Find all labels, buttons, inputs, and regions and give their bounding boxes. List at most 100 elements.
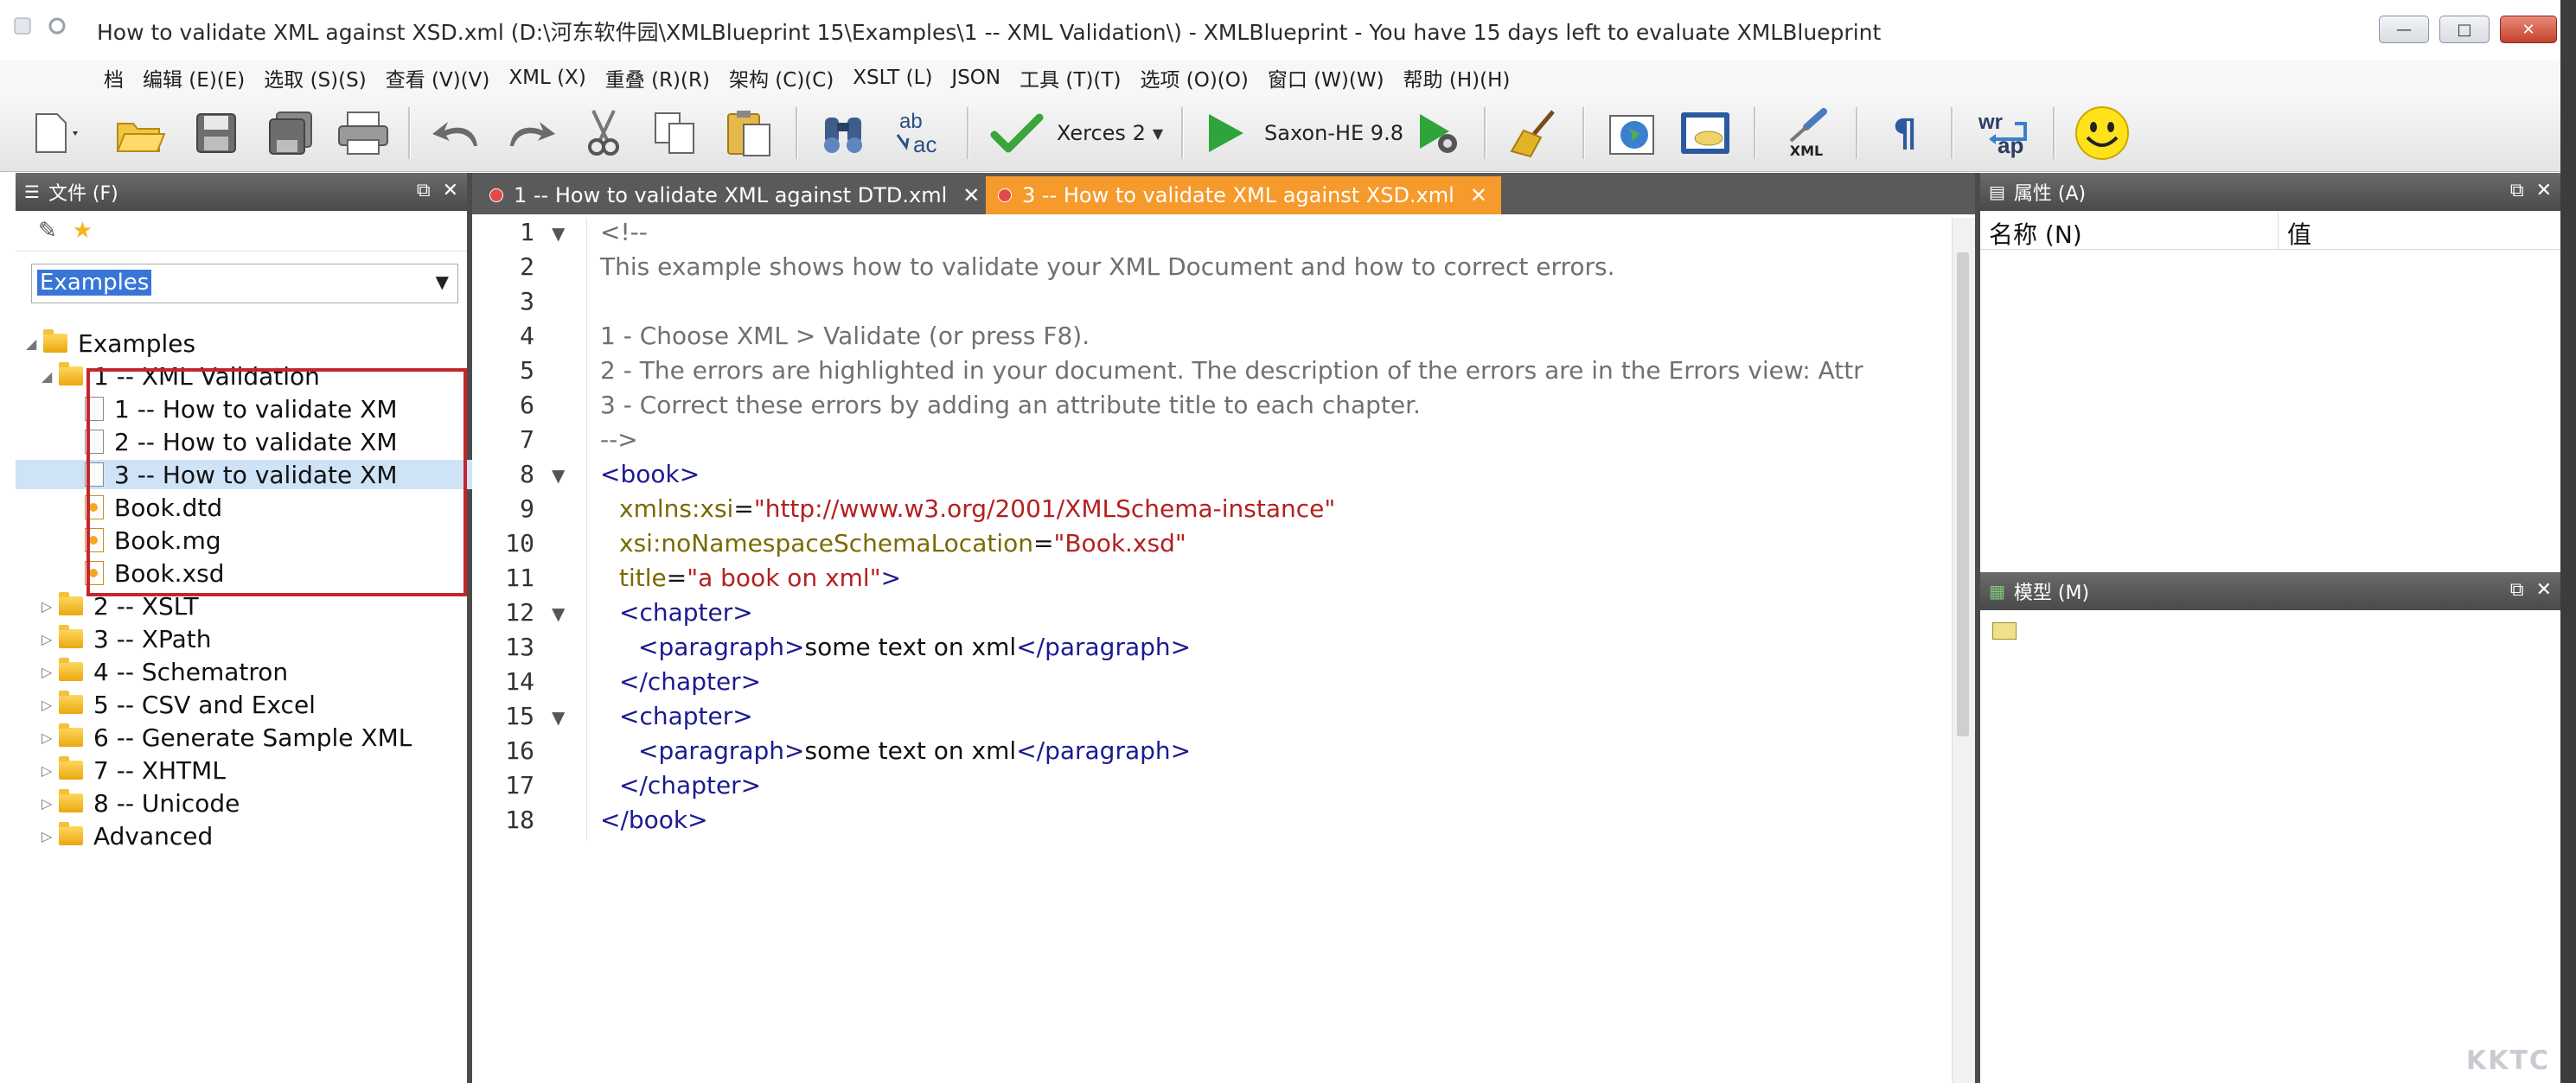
code-line[interactable]: <book> <box>600 460 700 488</box>
fold-toggle-icon[interactable]: ▼ <box>552 707 565 728</box>
tree-folder[interactable]: ◢ Examples <box>26 328 195 358</box>
close-panel-icon[interactable]: ✕ <box>2536 579 2552 601</box>
tab-dtd-example[interactable]: 1 -- How to validate XML against DTD.xml… <box>489 176 980 214</box>
star-icon[interactable]: ★ <box>73 218 93 244</box>
replace-button[interactable]: ab ac <box>891 105 951 161</box>
redo-button[interactable] <box>502 105 559 161</box>
refresh-icon[interactable] <box>47 16 67 36</box>
app-icon[interactable] <box>12 16 33 36</box>
code-line[interactable]: This example shows how to validate your … <box>600 252 1615 281</box>
code-line[interactable]: 3 - Correct these errors by adding an at… <box>600 391 1421 419</box>
vertical-scrollbar[interactable] <box>1952 218 1975 1083</box>
menu-options[interactable]: 选项 (O)(O) <box>1140 63 1248 92</box>
xml-picker-button[interactable]: XML <box>1776 105 1837 161</box>
fold-toggle-icon[interactable]: ▼ <box>552 603 565 624</box>
code-line[interactable]: <chapter> <box>619 598 753 627</box>
menu-view[interactable]: 查看 (V)(V) <box>386 63 490 92</box>
menu-file[interactable]: 档 <box>104 63 124 92</box>
collapsed-triangle-icon[interactable]: ▷ <box>42 631 59 647</box>
menu-json[interactable]: JSON <box>951 67 1000 89</box>
collapsed-triangle-icon[interactable]: ▷ <box>42 664 59 680</box>
column-value-header[interactable]: 值 <box>2279 211 2320 249</box>
expanded-triangle-icon[interactable]: ◢ <box>26 335 43 352</box>
tree-folder[interactable]: ▷ 3 -- XPath <box>42 624 212 653</box>
validate-button[interactable]: Xerces 2 ▼ <box>989 105 1171 161</box>
code-line[interactable]: <chapter> <box>619 702 753 730</box>
expanded-triangle-icon[interactable]: ◢ <box>42 368 59 385</box>
code-line[interactable]: </book> <box>600 806 708 834</box>
tree-folder[interactable]: ▷ 8 -- Unicode <box>42 788 240 818</box>
clean-button[interactable] <box>1508 105 1562 161</box>
menu-help[interactable]: 帮助 (H)(H) <box>1403 63 1511 92</box>
float-panel-icon[interactable]: ⧉ <box>417 180 431 201</box>
float-panel-icon[interactable]: ⧉ <box>2510 579 2524 601</box>
code-line[interactable]: --> <box>600 425 638 454</box>
save-button[interactable] <box>192 105 240 161</box>
maximize-button[interactable]: □ <box>2439 16 2490 43</box>
open-file-button[interactable] <box>114 105 166 161</box>
code-line[interactable]: </chapter> <box>619 667 761 696</box>
word-wrap-button[interactable]: wr ap <box>1973 105 2036 161</box>
code-line[interactable]: </chapter> <box>619 771 761 800</box>
collapsed-triangle-icon[interactable]: ▷ <box>42 729 59 746</box>
browser-preview-button[interactable] <box>1605 105 1662 161</box>
menu-window[interactable]: 窗口 (W)(W) <box>1268 63 1384 92</box>
float-panel-icon[interactable]: ⧉ <box>2510 180 2524 201</box>
tree-folder[interactable]: ▷ Advanced <box>42 821 213 850</box>
code-line[interactable]: <paragraph>some text on xml</paragraph> <box>638 736 1191 765</box>
edit-icon[interactable]: ✎ <box>38 218 57 244</box>
paste-button[interactable] <box>723 105 775 161</box>
code-line[interactable]: <!-- <box>600 218 648 246</box>
collapsed-triangle-icon[interactable]: ▷ <box>42 762 59 779</box>
folder-combo[interactable]: Examples ▼ <box>31 264 458 303</box>
fold-toggle-icon[interactable]: ▼ <box>552 465 565 486</box>
code-line[interactable]: 2 - The errors are highlighted in your d… <box>600 356 1863 385</box>
chevron-down-icon[interactable]: ▼ <box>1153 125 1163 142</box>
code-line[interactable]: xmlns:xsi="http://www.w3.org/2001/XMLSch… <box>619 494 1335 523</box>
print-preview-button[interactable] <box>1678 105 1735 161</box>
menu-xslt[interactable]: XSLT (L) <box>853 67 932 89</box>
menu-xml[interactable]: XML (X) <box>508 67 585 89</box>
close-tab-icon[interactable]: ✕ <box>1470 183 1487 207</box>
close-button[interactable]: ✕ <box>2500 16 2557 43</box>
transform-button[interactable]: Saxon-HE 9.8 <box>1204 105 1411 161</box>
collapsed-triangle-icon[interactable]: ▷ <box>42 795 59 812</box>
scrollbar-thumb[interactable] <box>1957 252 1969 736</box>
tree-folder[interactable]: ▷ 7 -- XHTML <box>42 755 226 785</box>
undo-button[interactable] <box>429 105 486 161</box>
code-line[interactable]: 1 - Choose XML > Validate (or press F8). <box>600 322 1090 350</box>
collapsed-triangle-icon[interactable]: ▷ <box>42 598 59 615</box>
fold-toggle-icon[interactable]: ▼ <box>552 223 565 244</box>
code-line[interactable]: <paragraph>some text on xml</paragraph> <box>638 633 1191 661</box>
run-config-button[interactable] <box>1415 105 1463 161</box>
show-whitespace-button[interactable]: ¶ <box>1882 105 1928 161</box>
tree-folder[interactable]: ▷ 6 -- Generate Sample XML <box>42 723 412 752</box>
tree-folder[interactable]: ▷ 5 -- CSV and Excel <box>42 690 316 719</box>
chevron-down-icon[interactable]: ▼ <box>436 271 449 292</box>
new-file-button[interactable] <box>29 105 83 161</box>
close-tab-icon[interactable]: ✕ <box>962 183 980 207</box>
menu-refactor[interactable]: 重叠 (R)(R) <box>605 63 710 92</box>
menu-schema[interactable]: 架构 (C)(C) <box>729 63 834 92</box>
copy-button[interactable] <box>650 105 700 161</box>
menu-select[interactable]: 选取 (S)(S) <box>264 63 366 92</box>
save-all-button[interactable] <box>265 105 316 161</box>
find-button[interactable] <box>818 105 870 161</box>
collapsed-triangle-icon[interactable]: ▷ <box>42 828 59 844</box>
model-node-icon[interactable] <box>1992 622 2017 640</box>
column-name-header[interactable]: 名称 (N) <box>1980 211 2279 249</box>
code-editor[interactable]: 1 ▼ <!-- 2 This example shows how to validat… <box>472 218 1953 1083</box>
menu-tools[interactable]: 工具 (T)(T) <box>1020 63 1121 92</box>
close-panel-icon[interactable]: ✕ <box>443 180 458 201</box>
code-line[interactable]: title="a book on xml"> <box>619 564 901 592</box>
tree-folder[interactable]: ▷ 4 -- Schematron <box>42 657 288 686</box>
print-button[interactable] <box>336 105 391 161</box>
smiley-button[interactable] <box>2072 105 2132 161</box>
tab-xsd-example[interactable]: 3 -- How to validate XML against XSD.xml… <box>986 176 1501 214</box>
minimize-button[interactable]: — <box>2379 16 2429 43</box>
code-line[interactable]: xsi:noNamespaceSchemaLocation="Book.xsd" <box>619 529 1186 557</box>
cut-button[interactable] <box>579 105 628 161</box>
close-panel-icon[interactable]: ✕ <box>2536 180 2552 201</box>
menu-edit[interactable]: 编辑 (E)(E) <box>143 63 245 92</box>
collapsed-triangle-icon[interactable]: ▷ <box>42 697 59 713</box>
